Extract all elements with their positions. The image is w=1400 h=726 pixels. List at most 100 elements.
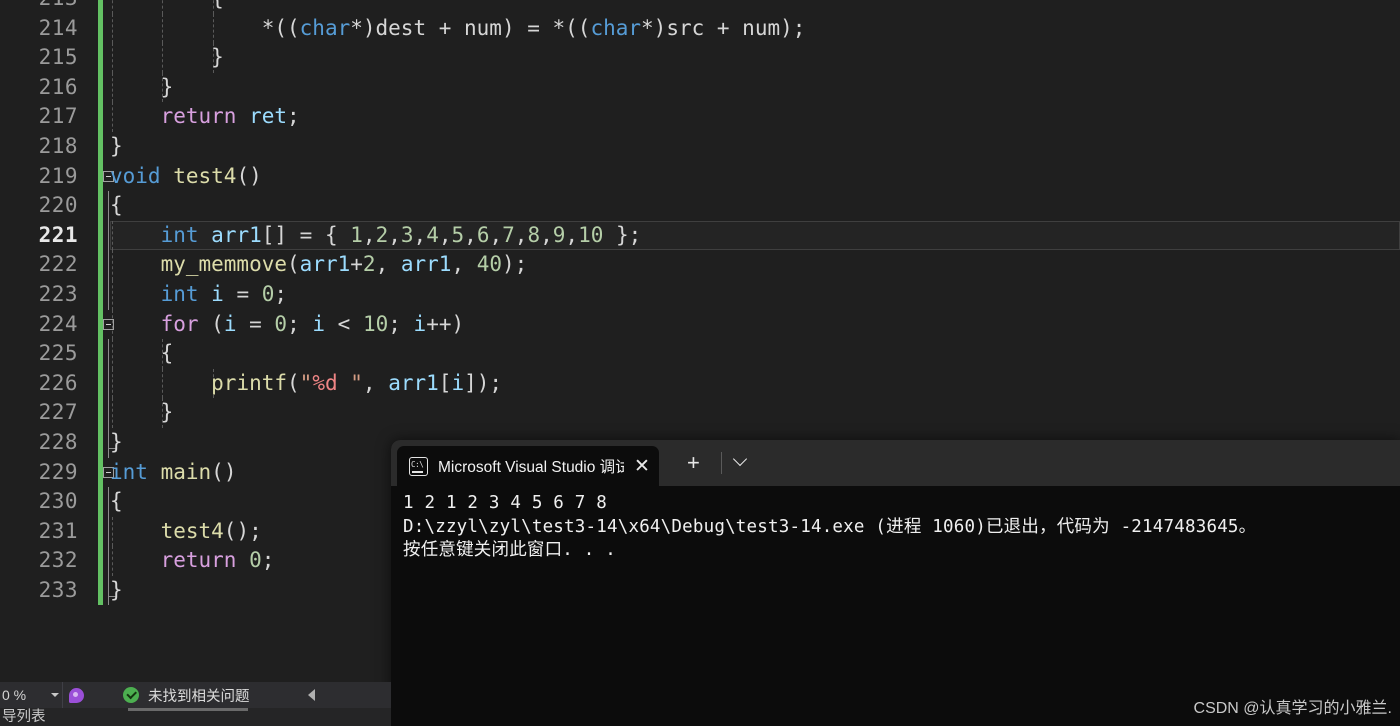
code-token: , [439, 223, 452, 247]
code-token: () [211, 460, 236, 484]
code-token: 4 [426, 223, 439, 247]
code-token: (); [224, 519, 262, 543]
close-icon[interactable]: ✕ [634, 457, 650, 476]
code-text: { [110, 339, 173, 369]
line-number: 214 [0, 14, 78, 44]
code-line[interactable]: 213 { [0, 0, 1400, 14]
code-line[interactable]: 220{ [0, 191, 1400, 221]
code-token: i [451, 371, 464, 395]
zoom-level-value[interactable]: 0 % [0, 682, 48, 708]
code-text: { [110, 191, 123, 221]
code-token: main [161, 460, 212, 484]
terminal-output-line: D:\zzyl\zyl\test3-14\x64\Debug\test3-14.… [403, 516, 1400, 540]
code-token: int [161, 223, 199, 247]
fold-outline-line [108, 191, 109, 221]
terminal-output-line: 1 2 1 2 3 4 5 6 7 8 [403, 492, 1400, 516]
code-text: test4(); [110, 517, 262, 547]
code-line[interactable]: 223 int i = 0; [0, 280, 1400, 310]
code-line[interactable]: 217 return ret; [0, 102, 1400, 132]
code-token: ; [287, 312, 312, 336]
code-token: , [363, 371, 388, 395]
code-line[interactable]: 216 } [0, 73, 1400, 103]
terminal-titlebar[interactable]: Microsoft Visual Studio 调试控 ✕ + [391, 440, 1400, 486]
code-token: 6 [477, 223, 490, 247]
code-text: } [110, 43, 224, 73]
code-token: 10 [363, 312, 388, 336]
change-indicator-bar [98, 546, 103, 576]
terminal-output[interactable]: 1 2 1 2 3 4 5 6 7 8D:\zzyl\zyl\test3-14\… [391, 486, 1400, 726]
change-indicator-bar [98, 250, 103, 280]
line-number: 215 [0, 43, 78, 73]
fold-outline-line [108, 339, 109, 369]
code-token: int [110, 460, 148, 484]
code-token [110, 371, 211, 395]
code-token: 0 [249, 548, 262, 572]
code-text: } [110, 398, 173, 428]
code-token [110, 548, 161, 572]
code-token [148, 460, 161, 484]
code-token: } [110, 578, 123, 602]
code-token: arr1 [401, 252, 452, 276]
code-text: return 0; [110, 546, 274, 576]
code-token: () [236, 164, 261, 188]
chevron-down-icon[interactable] [48, 693, 62, 697]
new-tab-button[interactable]: + [687, 452, 700, 474]
line-number: 217 [0, 102, 78, 132]
code-text: { [110, 0, 224, 14]
line-number: 226 [0, 369, 78, 399]
problem-status-text: 未找到相关问题 [148, 685, 250, 706]
code-token: " [338, 371, 363, 395]
code-token: ; [274, 282, 287, 306]
code-token: [] = { [262, 223, 351, 247]
code-token: char [590, 16, 641, 40]
code-line[interactable]: 221 int arr1[] = { 1,2,3,4,5,6,7,8,9,10 … [0, 221, 1400, 251]
code-token: return [161, 548, 237, 572]
code-token: ++) [426, 312, 464, 336]
change-indicator-bar [98, 0, 103, 14]
code-token: , [489, 223, 502, 247]
change-indicator-bar [98, 102, 103, 132]
code-token: 8 [527, 223, 540, 247]
code-line[interactable]: 226 printf("%d ", arr1[i]); [0, 369, 1400, 399]
code-token: < [325, 312, 363, 336]
intellicode-icon[interactable] [63, 682, 89, 708]
code-token: i [224, 312, 237, 336]
line-number: 216 [0, 73, 78, 103]
code-line[interactable]: 227 } [0, 398, 1400, 428]
code-text: int main() [110, 458, 236, 488]
code-token: test4 [161, 519, 224, 543]
change-indicator-bar [98, 428, 103, 458]
arrow-left-icon[interactable] [301, 682, 321, 708]
code-token: 2 [363, 252, 376, 276]
terminal-tab-title: Microsoft Visual Studio 调试控 [438, 455, 624, 477]
code-text: { [110, 487, 123, 517]
bottom-strip-scrollbar[interactable] [128, 708, 248, 711]
change-indicator-bar [98, 14, 103, 44]
line-number: 222 [0, 250, 78, 280]
line-number: 219 [0, 162, 78, 192]
code-token: void [110, 164, 161, 188]
screenshot-root: 213 {214 *((char*)dest + num) = *((char*… [0, 0, 1400, 726]
code-token: ( [287, 371, 300, 395]
code-line[interactable]: 225 { [0, 339, 1400, 369]
code-token: for [161, 312, 199, 336]
terminal-window[interactable]: Microsoft Visual Studio 调试控 ✕ + 1 2 1 2 … [391, 440, 1400, 726]
code-line[interactable]: 218} [0, 132, 1400, 162]
code-token [110, 223, 161, 247]
code-line[interactable]: 219void test4() [0, 162, 1400, 192]
code-line[interactable]: 224 for (i = 0; i < 10; i++) [0, 310, 1400, 340]
line-number: 233 [0, 576, 78, 606]
code-token: 0 [262, 282, 275, 306]
code-line[interactable]: 215 } [0, 43, 1400, 73]
code-line[interactable]: 214 *((char*)dest + num) = *((char*)src … [0, 14, 1400, 44]
code-text: printf("%d ", arr1[i]); [110, 369, 502, 399]
code-text: int arr1[] = { 1,2,3,4,5,6,7,8,9,10 }; [110, 221, 641, 251]
chevron-down-icon[interactable] [735, 454, 747, 466]
fold-outline-line [108, 576, 109, 606]
code-token [110, 104, 161, 128]
code-token: int [161, 282, 199, 306]
change-indicator-bar [98, 73, 103, 103]
code-token [110, 282, 161, 306]
terminal-tab[interactable]: Microsoft Visual Studio 调试控 ✕ [397, 446, 659, 486]
code-line[interactable]: 222 my_memmove(arr1+2, arr1, 40); [0, 250, 1400, 280]
